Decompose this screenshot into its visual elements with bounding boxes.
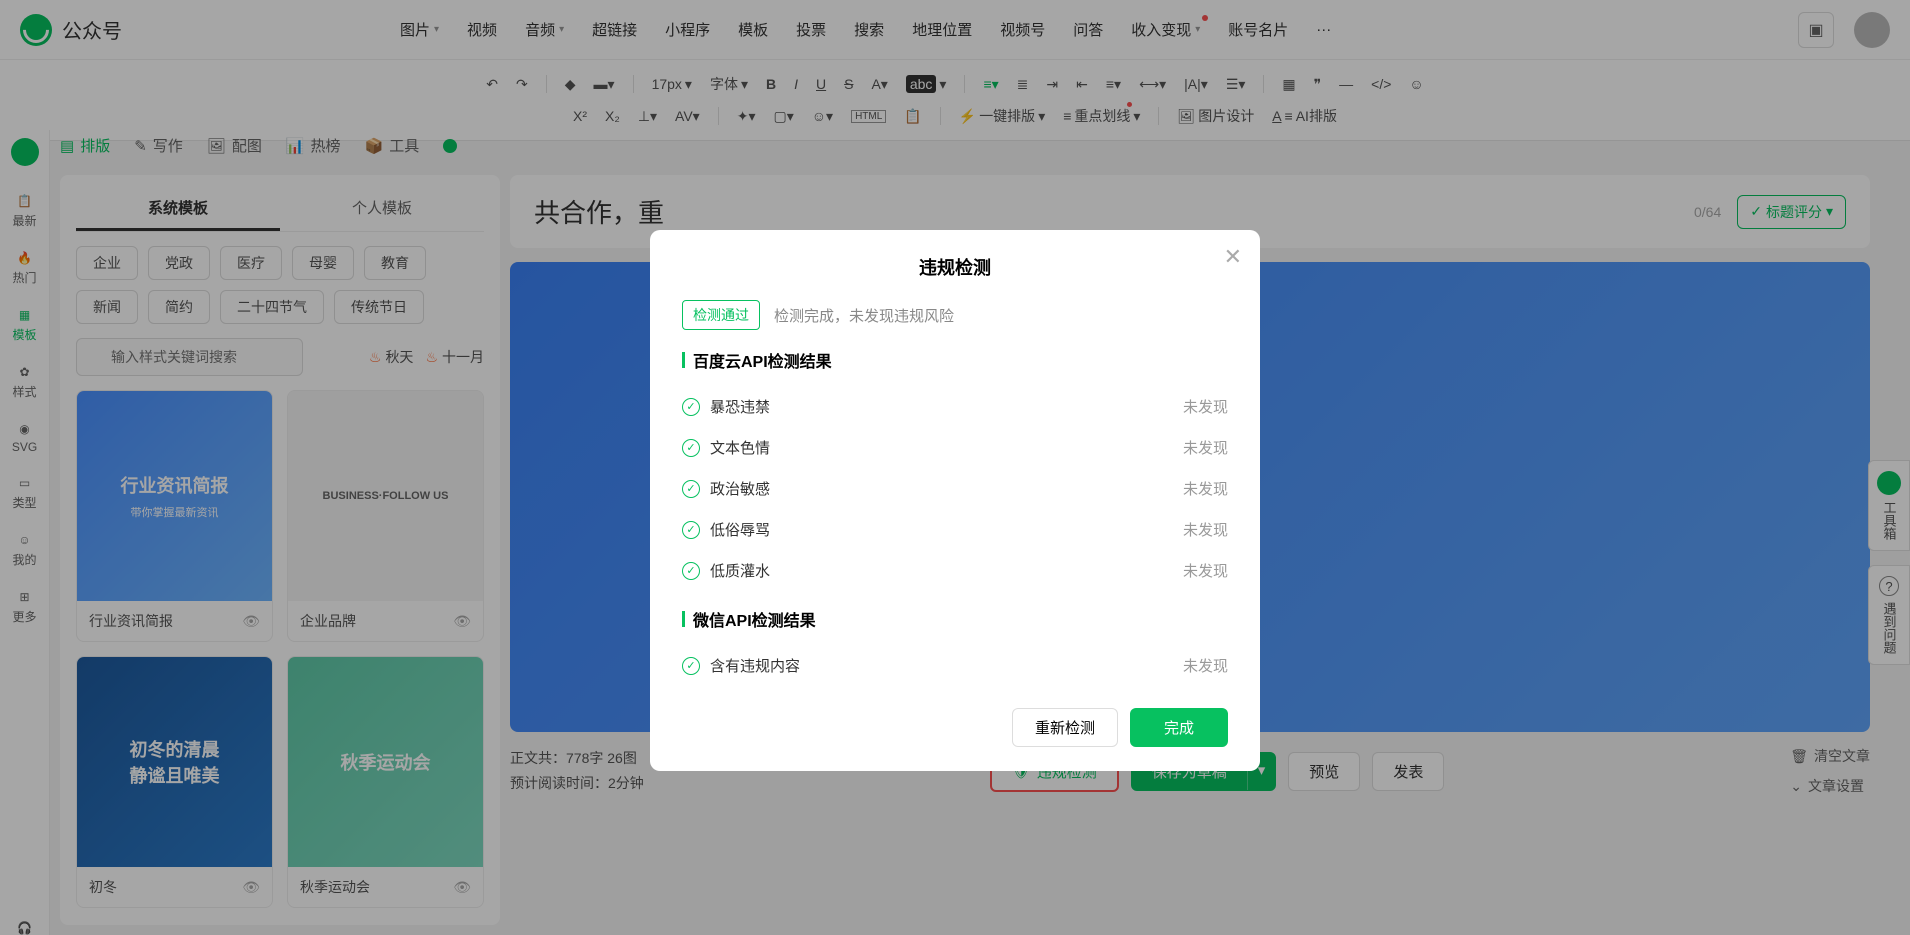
check-icon: ✓ xyxy=(682,480,700,498)
retry-button[interactable]: 重新检测 xyxy=(1012,708,1118,747)
section-wechat: 微信API检测结果 xyxy=(682,607,1228,631)
check-icon: ✓ xyxy=(682,657,700,675)
check-icon: ✓ xyxy=(682,562,700,580)
check-icon: ✓ xyxy=(682,439,700,457)
check-item: ✓政治敏感未发现 xyxy=(682,468,1228,509)
check-item: ✓低质灌水未发现 xyxy=(682,550,1228,591)
result-summary: 检测完成，未发现违规风险 xyxy=(774,305,954,326)
done-button[interactable]: 完成 xyxy=(1130,708,1228,747)
check-item: ✓暴恐违禁未发现 xyxy=(682,386,1228,427)
check-icon: ✓ xyxy=(682,521,700,539)
check-icon: ✓ xyxy=(682,398,700,416)
check-item: ✓文本色情未发现 xyxy=(682,427,1228,468)
check-item: ✓含有违规内容未发现 xyxy=(682,645,1228,686)
modal-overlay[interactable]: ✕ 违规检测 检测通过 检测完成，未发现违规风险 百度云API检测结果 ✓暴恐违… xyxy=(0,0,1910,935)
modal-title: 违规检测 xyxy=(682,254,1228,280)
pass-badge: 检测通过 xyxy=(682,300,760,330)
check-item: ✓低俗辱骂未发现 xyxy=(682,509,1228,550)
close-icon[interactable]: ✕ xyxy=(1224,244,1242,270)
violation-modal: ✕ 违规检测 检测通过 检测完成，未发现违规风险 百度云API检测结果 ✓暴恐违… xyxy=(650,230,1260,771)
section-baidu: 百度云API检测结果 xyxy=(682,348,1228,372)
